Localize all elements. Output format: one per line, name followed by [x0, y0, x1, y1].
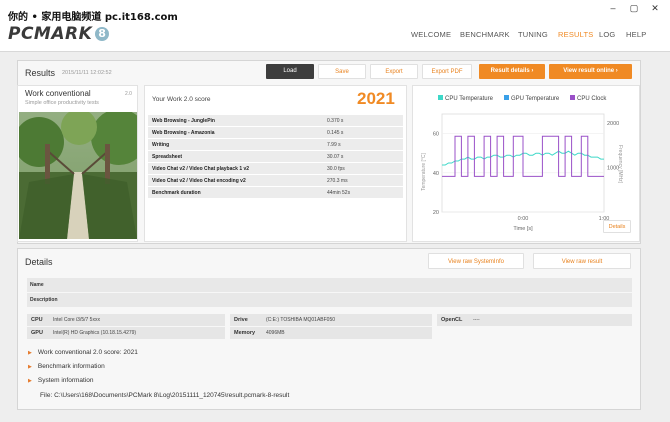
- export-button[interactable]: Export: [370, 64, 418, 79]
- expand-system-information[interactable]: ▶ System information: [28, 377, 94, 384]
- legend-cpu-temperature: CPU Temperature: [438, 95, 493, 102]
- app-window: 你的 • 家用电脑频道 pc.it168.com PCMARK 8 – ▢ ✕ W…: [0, 0, 670, 422]
- chart-details-button[interactable]: Details: [603, 220, 631, 233]
- nav-tuning[interactable]: TUNING: [518, 30, 548, 39]
- maximize-icon[interactable]: ▢: [627, 3, 641, 13]
- x-axis-label: Time [s]: [513, 226, 533, 232]
- score-row: Benchmark duration 44min 52s: [148, 187, 403, 198]
- y-left-axis-label: Temperature [°C]: [421, 152, 427, 190]
- y-left-tick-label: 20: [433, 210, 439, 216]
- x-tick-label: 0:00: [518, 216, 529, 222]
- nav-results[interactable]: RESULTS: [558, 30, 593, 39]
- expand-benchmark-information[interactable]: ▶ Benchmark information: [28, 363, 105, 370]
- details-title: Details: [25, 257, 53, 267]
- score-row: Spreadsheet 30.07 s: [148, 151, 403, 162]
- y-right-tick-label: 1000: [607, 165, 619, 171]
- score-label: Your Work 2.0 score: [152, 96, 211, 103]
- view-result-online-button[interactable]: View result online ›: [549, 64, 632, 79]
- legend-swatch: [504, 95, 509, 100]
- expand-score[interactable]: ▶ Work conventional 2.0 score: 2021: [28, 349, 138, 356]
- cpu-info: CPU Intel Core i3/5/7 5xxx: [27, 314, 225, 326]
- test-name: Work conventional: [25, 89, 91, 98]
- results-date: 2015/11/11 12:02:52: [62, 70, 112, 76]
- minimize-icon[interactable]: –: [606, 3, 620, 13]
- legend-cpu-clock: CPU Clock: [570, 95, 606, 102]
- expand-arrow-icon: ▶: [28, 350, 32, 356]
- legend-gpu-temperature: GPU Temperature: [504, 95, 559, 102]
- nav-help[interactable]: HELP: [626, 30, 646, 39]
- y-left-tick-label: 40: [433, 171, 439, 177]
- pcmark-logo: PCMARK 8: [8, 24, 110, 44]
- export-pdf-button[interactable]: Export PDF: [422, 64, 472, 79]
- score-row: Web Browsing - JunglePin 0.370 s: [148, 115, 403, 126]
- result-file-path: File: C:\Users\168\Documents\PCMark 8\Lo…: [40, 392, 290, 399]
- expand-arrow-icon: ▶: [28, 364, 32, 370]
- drive-info: Drive (C:E:) TOSHIBA MQ01ABF050: [230, 314, 432, 326]
- score-row: Web Browsing - Amazonia 0.145 s: [148, 127, 403, 138]
- nav-welcome[interactable]: WELCOME: [411, 30, 451, 39]
- y-left-tick-label: 60: [433, 132, 439, 138]
- result-details-button[interactable]: Result details ›: [479, 64, 545, 79]
- y-right-axis-label: Frequency [MHz]: [617, 145, 623, 184]
- legend-swatch: [438, 95, 443, 100]
- description-row: Description: [27, 293, 632, 307]
- test-subtitle: Simple office productivity tests: [25, 100, 99, 106]
- name-row: Name: [27, 278, 632, 292]
- view-raw-result-button[interactable]: View raw result: [533, 253, 631, 269]
- results-title: Results: [25, 68, 56, 78]
- opencl-info: OpenCL ----: [437, 314, 632, 326]
- legend-swatch: [570, 95, 575, 100]
- logo-badge: 8: [95, 27, 110, 41]
- watermark-text: 你的 • 家用电脑频道 pc.it168.com: [8, 12, 178, 23]
- nav-benchmark[interactable]: BENCHMARK: [460, 30, 510, 39]
- logo-text: PCMARK: [8, 24, 93, 44]
- y-right-tick-label: 2000: [607, 121, 619, 127]
- test-version: 2.0: [125, 91, 132, 97]
- view-raw-systeminfo-button[interactable]: View raw SystemInfo: [428, 253, 524, 269]
- memory-info: Memory 4096MB: [230, 327, 432, 339]
- score-row: Video Chat v2 / Video Chat encoding v2 27…: [148, 175, 403, 186]
- score-value: 2021: [357, 89, 395, 108]
- load-button[interactable]: Load: [266, 64, 314, 79]
- nav-log[interactable]: LOG: [599, 30, 615, 39]
- gpu-info: GPU Intel(R) HD Graphics (10.18.15.4279): [27, 327, 225, 339]
- test-image: [19, 112, 137, 239]
- score-row: Video Chat v2 / Video Chat playback 1 v2…: [148, 163, 403, 174]
- save-button[interactable]: Save: [318, 64, 366, 79]
- score-row: Writing 7.99 s: [148, 139, 403, 150]
- header-bar: 你的 • 家用电脑频道 pc.it168.com PCMARK 8 – ▢ ✕ W…: [0, 0, 670, 52]
- expand-arrow-icon: ▶: [28, 378, 32, 384]
- close-icon[interactable]: ✕: [648, 3, 662, 13]
